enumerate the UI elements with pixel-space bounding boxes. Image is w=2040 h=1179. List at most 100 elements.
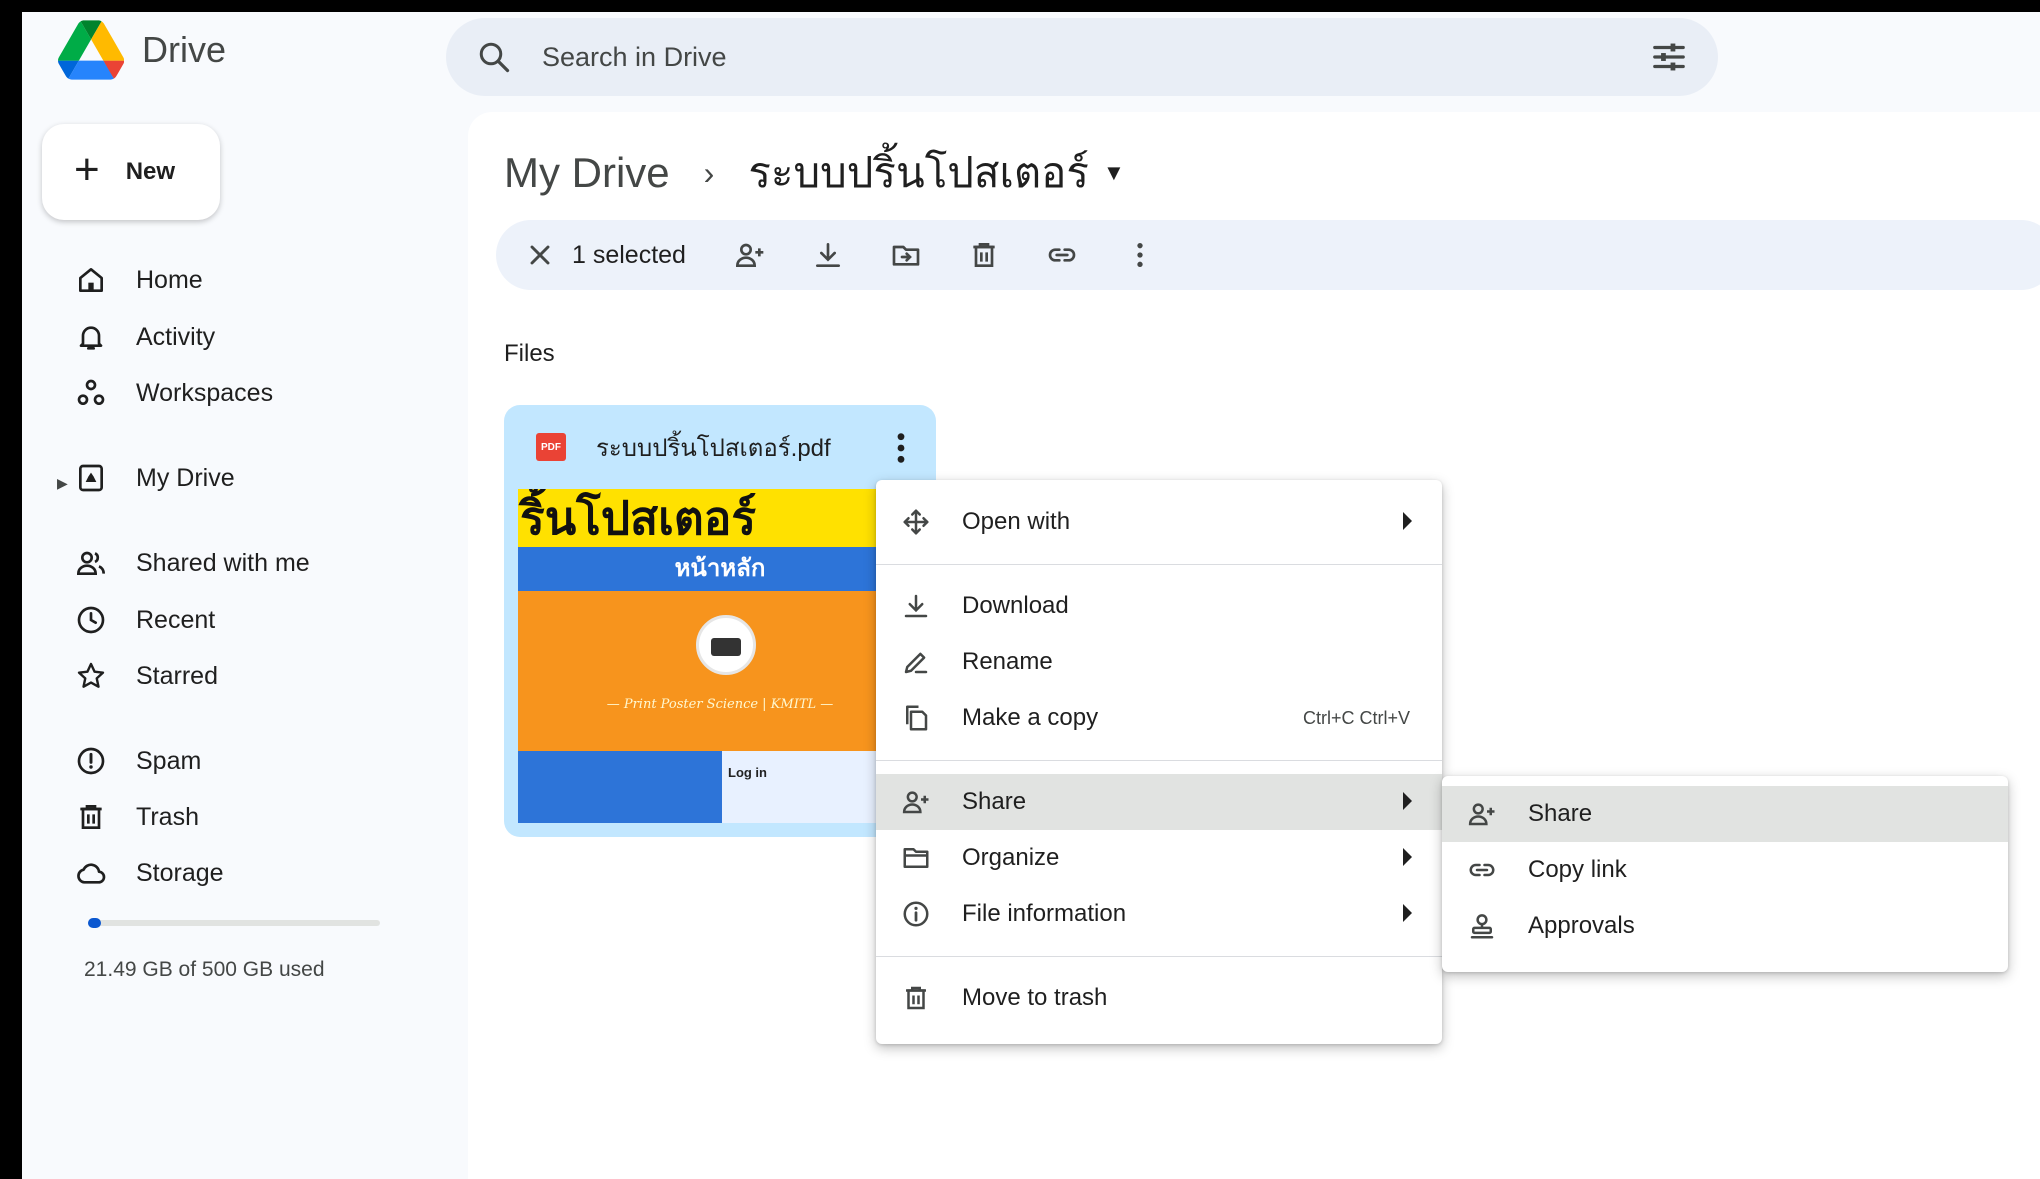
thumbnail-subtitle: หน้าหลัก <box>518 547 922 591</box>
app-name: Drive <box>142 29 227 70</box>
sidebar-item-label: Spam <box>136 746 202 775</box>
storage-usage-text: 21.49 GB of 500 GB used <box>84 958 325 981</box>
files-section-label: Files <box>504 340 555 367</box>
menu-item-move-to-trash[interactable]: Move to trash <box>876 970 1442 1026</box>
sidebar-item-label: Starred <box>136 661 218 690</box>
file-name: ระบบปริ้นโปสเตอร์.pdf <box>596 434 831 462</box>
submenu-arrow-icon <box>1403 904 1412 922</box>
drive-logo[interactable]: Drive <box>58 20 226 80</box>
approvals-icon <box>1466 910 1498 942</box>
storage-progress-bar <box>88 918 380 928</box>
my-drive-icon <box>74 461 108 495</box>
file-thumbnail: ริ้นโปสเตอร์ หน้าหลัก — Print Poster Sci… <box>518 489 922 823</box>
search-bar[interactable]: Search in Drive <box>446 18 1718 96</box>
plus-icon: + <box>74 145 100 194</box>
search-input[interactable]: Search in Drive <box>542 42 1650 73</box>
menu-item-make-a-copy[interactable]: Make a copy Ctrl+C Ctrl+V <box>876 690 1442 746</box>
menu-item-label: Move to trash <box>962 984 1108 1011</box>
download-icon <box>900 590 932 622</box>
submenu-arrow-icon <box>1403 512 1412 530</box>
sidebar-item-workspaces[interactable]: Workspaces <box>44 368 273 418</box>
sidebar-item-label: Recent <box>136 605 216 634</box>
sidebar-item-trash[interactable]: Trash <box>44 792 199 842</box>
menu-divider <box>876 956 1442 957</box>
submenu-arrow-icon <box>1403 792 1412 810</box>
thumbnail-footer: Log in <box>518 751 922 823</box>
file-card-header: PDF ระบบปริ้นโปสเตอร์.pdf <box>504 405 936 489</box>
printer-icon <box>696 615 756 675</box>
breadcrumb-my-drive[interactable]: My Drive <box>504 149 670 197</box>
trash-icon[interactable] <box>960 231 1008 279</box>
submenu-item-share[interactable]: Share <box>1442 786 2008 842</box>
copy-icon <box>900 702 932 734</box>
star-icon <box>74 659 108 693</box>
storage-progress-fill <box>88 918 101 928</box>
menu-item-organize[interactable]: Organize <box>876 830 1442 886</box>
sidebar-item-recent[interactable]: Recent <box>44 595 215 645</box>
menu-item-share[interactable]: Share <box>876 774 1442 830</box>
search-options-icon[interactable] <box>1650 38 1688 76</box>
more-vert-icon[interactable] <box>896 431 906 465</box>
dropdown-arrow-icon[interactable]: ▼ <box>1103 160 1125 186</box>
breadcrumb-current-folder[interactable]: ระบบปริ้นโปสเตอร์ <box>748 140 1089 206</box>
trash-icon <box>74 800 108 834</box>
trash-icon <box>900 982 932 1014</box>
menu-item-label: Rename <box>962 648 1053 675</box>
app-window: Drive Search in Drive + New Home Activit… <box>22 12 2040 1179</box>
sidebar-item-spam[interactable]: Spam <box>44 736 201 786</box>
share-submenu: Share Copy link Approvals <box>1442 776 2008 972</box>
search-icon[interactable] <box>476 39 512 75</box>
breadcrumb: My Drive › ระบบปริ้นโปสเตอร์ ▼ <box>504 140 1125 206</box>
sidebar-item-my-drive[interactable]: My Drive <box>44 453 235 503</box>
menu-item-label: Open with <box>962 508 1071 535</box>
home-icon <box>74 263 108 297</box>
menu-divider <box>876 564 1442 565</box>
submenu-item-label: Share <box>1528 800 1593 827</box>
link-icon[interactable] <box>1038 231 1086 279</box>
bell-icon <box>74 320 108 354</box>
submenu-item-copy-link[interactable]: Copy link <box>1442 842 2008 898</box>
menu-item-label: Organize <box>962 844 1060 871</box>
selection-toolbar: 1 selected <box>496 220 2040 290</box>
menu-item-open-with[interactable]: Open with <box>876 494 1442 550</box>
people-icon <box>74 546 108 580</box>
share-icon[interactable] <box>726 231 774 279</box>
cloud-icon <box>74 856 108 890</box>
link-icon <box>1466 854 1498 886</box>
menu-divider <box>876 760 1442 761</box>
close-icon[interactable] <box>516 231 564 279</box>
move-icon[interactable] <box>882 231 930 279</box>
menu-item-rename[interactable]: Rename <box>876 634 1442 690</box>
context-menu: Open with Download Rename Make a copy Ct… <box>876 480 1442 1044</box>
menu-item-label: Make a copy <box>962 704 1099 731</box>
sidebar-item-label: My Drive <box>136 463 235 492</box>
drive-logo-icon <box>58 20 124 80</box>
sidebar-item-label: Workspaces <box>136 378 274 407</box>
selection-count: 1 selected <box>572 240 686 269</box>
download-icon[interactable] <box>804 231 852 279</box>
more-icon[interactable] <box>1116 231 1164 279</box>
chevron-right-icon: › <box>703 154 715 191</box>
new-button[interactable]: + New <box>42 124 220 220</box>
share-icon <box>1466 798 1498 830</box>
sidebar-item-shared-with-me[interactable]: Shared with me <box>44 538 310 588</box>
menu-item-download[interactable]: Download <box>876 578 1442 634</box>
menu-item-label: File information <box>962 900 1127 927</box>
file-card[interactable]: PDF ระบบปริ้นโปสเตอร์.pdf ริ้นโปสเตอร์ ห… <box>504 405 936 837</box>
submenu-item-approvals[interactable]: Approvals <box>1442 898 2008 954</box>
sidebar-item-label: Home <box>136 265 203 294</box>
sidebar-item-storage[interactable]: Storage <box>44 848 224 898</box>
menu-item-file-information[interactable]: File information <box>876 886 1442 942</box>
pdf-icon: PDF <box>536 433 566 461</box>
sidebar-item-activity[interactable]: Activity <box>44 312 215 362</box>
sidebar-item-label: Shared with me <box>136 548 310 577</box>
thumbnail-script-text: — Print Poster Science | KMITL — <box>606 697 834 712</box>
menu-item-label: Share <box>962 788 1027 815</box>
spam-icon <box>74 744 108 778</box>
sidebar-item-label: Activity <box>136 322 216 351</box>
sidebar-item-starred[interactable]: Starred <box>44 651 218 701</box>
sidebar-item-home[interactable]: Home <box>44 255 203 305</box>
open-with-icon <box>900 506 932 538</box>
menu-item-label: Download <box>962 592 1069 619</box>
sidebar-item-label: Storage <box>136 858 224 887</box>
